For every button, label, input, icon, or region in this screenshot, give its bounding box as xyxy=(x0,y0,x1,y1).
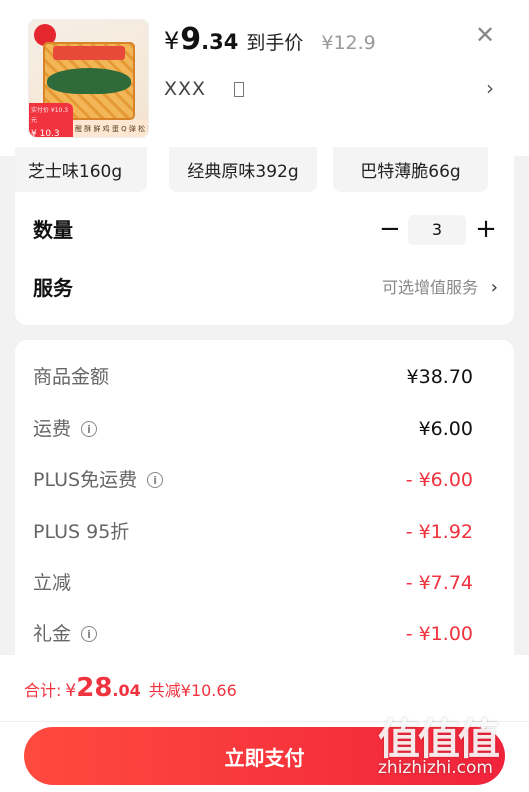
total-row: 合计: ¥ 28 .04 共减¥10.66 xyxy=(24,673,237,709)
total-label: 合计: xyxy=(24,681,62,700)
summary-value: ¥38.70 xyxy=(406,366,473,388)
price-currency: ¥ xyxy=(164,27,180,55)
service-label: 服务 xyxy=(33,276,73,300)
summary-label: PLUS 95折 xyxy=(33,521,130,543)
minus-icon[interactable]: − xyxy=(379,212,401,248)
thumb-price-tag: 实付价 ¥10.3 元 ¥ 10.3 元 xyxy=(29,103,73,137)
total-saved: 共减¥10.66 xyxy=(148,681,237,700)
variant-chip[interactable]: 经典原味392g xyxy=(169,147,317,192)
quantity-row: 数量 − 3 + xyxy=(33,212,498,248)
summary-row: 运费 i ¥6.00 xyxy=(33,414,473,444)
total-decimal: .04 xyxy=(112,681,141,700)
summary-row: 商品金额 ¥38.70 xyxy=(33,362,473,392)
summary-value: - ¥6.00 xyxy=(405,469,473,491)
service-value: 可选增值服务 xyxy=(381,278,478,297)
summary-row: PLUS 95折 - ¥1.92 xyxy=(33,517,473,547)
chevron-right-icon: › xyxy=(490,277,498,298)
thumb-strip-text: 醒 酥 鲜 鸡 蛋 Q 弹 松 软 xyxy=(75,125,149,133)
summary-value: - ¥7.74 xyxy=(405,572,473,594)
service-row[interactable]: 服务 可选增值服务 › xyxy=(33,270,498,306)
summary-label: 立减 xyxy=(33,572,72,594)
summary-label: PLUS免运费 xyxy=(33,469,138,491)
total-integer: 28 xyxy=(76,673,113,703)
summary-value: - ¥1.00 xyxy=(405,623,473,645)
price-decimal: .34 xyxy=(201,30,239,54)
site-watermark: 值值值 zhizhizhi.com xyxy=(376,706,526,792)
summary-label: 商品金额 xyxy=(33,366,110,388)
selected-spec-row[interactable]: XXX › xyxy=(164,76,504,102)
product-thumbnail[interactable]: 醒 酥 鲜 鸡 蛋 Q 弹 松 软 实付价 ¥10.3 元 ¥ 10.3 元 xyxy=(28,19,149,138)
price-row: ¥ 9 .34 到手价 ¥12.9 xyxy=(164,22,376,57)
plus-icon[interactable]: + xyxy=(475,212,497,248)
close-icon[interactable]: ✕ xyxy=(472,22,498,48)
price-summary-card: 商品金额 ¥38.70 运费 i ¥6.00 PLUS免运费 i - ¥6.00 P… xyxy=(15,340,514,670)
price-label: 到手价 xyxy=(246,32,304,54)
quantity-input[interactable]: 3 xyxy=(408,215,466,245)
summary-value: ¥6.00 xyxy=(418,418,473,440)
product-header: 醒 酥 鲜 鸡 蛋 Q 弹 松 软 实付价 ¥10.3 元 ¥ 10.3 元 ¥… xyxy=(0,0,529,156)
variant-chip[interactable]: 芝士味160g xyxy=(15,147,147,192)
summary-row: 立减 - ¥7.74 xyxy=(33,568,473,598)
summary-row: PLUS免运费 i - ¥6.00 xyxy=(33,465,473,495)
info-icon[interactable]: i xyxy=(81,421,98,437)
summary-value: - ¥1.92 xyxy=(405,521,473,543)
selected-spec-text: XXX xyxy=(164,78,207,100)
variant-chip[interactable]: 巴特薄脆66g xyxy=(333,147,488,192)
chevron-right-icon: › xyxy=(486,76,494,100)
summary-label: 运费 xyxy=(33,418,72,440)
summary-row: 礼金 i - ¥1.00 xyxy=(33,619,473,649)
total-currency: ¥ xyxy=(65,681,77,701)
original-price: ¥12.9 xyxy=(321,32,376,54)
options-card: 芝士味160g 经典原味392g 巴特薄脆66g 数量 − 3 + 服务 可选增… xyxy=(15,147,514,325)
placeholder-glyph-icon xyxy=(234,81,245,97)
watermark-url: zhizhizhi.com xyxy=(378,758,493,778)
info-icon[interactable]: i xyxy=(81,626,98,642)
quantity-label: 数量 xyxy=(33,218,73,242)
price-integer: 9 xyxy=(180,22,202,57)
summary-label: 礼金 xyxy=(33,623,72,645)
info-icon[interactable]: i xyxy=(147,472,164,488)
